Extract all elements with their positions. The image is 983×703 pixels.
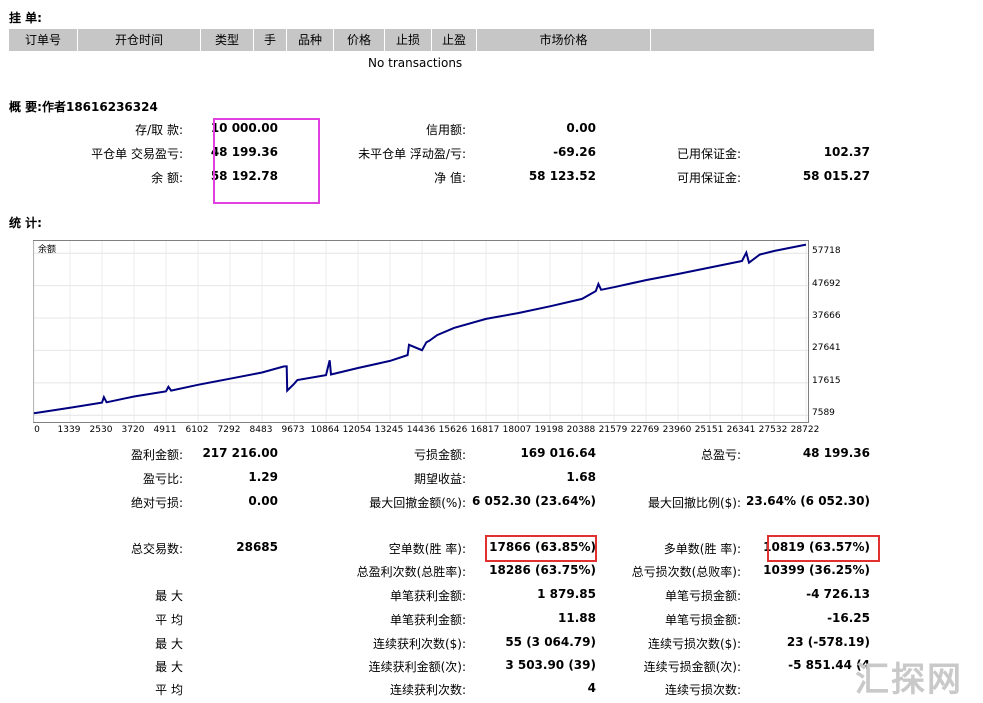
stats2-label-2-2: 单笔亏损金额:: [664, 589, 741, 603]
stats2-value-2-2: -4 726.13: [806, 587, 870, 601]
stats2-value-0-0: 28685: [236, 540, 278, 554]
stats1-label-2-1: 最大回撤金额(%):: [369, 496, 466, 510]
summary-label-1-1: 未平仓单 浮动盈/亏:: [358, 147, 466, 161]
col-symbol[interactable]: 品种: [287, 29, 334, 51]
stats1-label-0-2: 总盈亏:: [700, 448, 741, 462]
stats1-label-2-0: 绝对亏损:: [130, 496, 183, 510]
pending-header: 订单号 开仓时间 类型 手 品种 价格 止损 止盈 市场价格: [9, 29, 874, 51]
stats2-label-4-1: 连续获利次数($):: [372, 637, 466, 651]
y-tick-label: 27641: [812, 343, 841, 354]
stats2-value-2-1: 1 879.85: [537, 587, 596, 601]
col-take-profit[interactable]: 止盈: [432, 29, 477, 51]
stats1-value-2-2: 23.64% (6 052.30): [746, 494, 870, 508]
stats2-label-3-0: 平 均: [155, 613, 183, 627]
summary-label-0-1: 信用额:: [425, 123, 466, 137]
stats2-label-1-1: 总盈利次数(总胜率):: [356, 565, 466, 579]
summary-label-0-0: 存/取 款:: [135, 123, 183, 137]
stats1-value-2-1: 6 052.30 (23.64%): [472, 494, 596, 508]
col-stop-loss[interactable]: 止损: [385, 29, 432, 51]
stats2-label-6-1: 连续获利次数:: [389, 683, 466, 697]
stats1-value-0-0: 217 216.00: [202, 446, 278, 460]
stats-title: 统 计:: [9, 216, 42, 230]
stats2-label-5-1: 连续获利金额(次):: [368, 660, 466, 674]
stats1-label-1-1: 期望收益:: [413, 472, 466, 486]
y-tick-label: 7589: [812, 408, 835, 419]
stats2-label-0-0: 总交易数:: [130, 542, 183, 556]
stats2-label-3-1: 单笔获利金额:: [389, 613, 466, 627]
highlight-box-deposit: [213, 118, 320, 204]
stats2-label-4-0: 最 大: [155, 637, 183, 651]
col-order-id[interactable]: 订单号: [9, 29, 78, 51]
col-blank: [651, 29, 874, 51]
y-tick-label: 37666: [812, 311, 841, 322]
summary-value-0-1: 0.00: [566, 121, 596, 135]
stats2-label-4-2: 连续亏损次数($):: [647, 637, 741, 651]
summary-label-2-0: 余 额:: [151, 171, 183, 185]
series-line-0: [33, 243, 807, 415]
col-market-price[interactable]: 市场价格: [477, 29, 651, 51]
highlight-box-long: [767, 535, 880, 562]
stats1-label-1-0: 盈亏比:: [142, 472, 183, 486]
col-lots[interactable]: 手: [254, 29, 287, 51]
summary-label-2-2: 可用保证金:: [676, 171, 741, 185]
x-tick-label: 28722: [790, 425, 820, 435]
summary-value-1-2: 102.37: [823, 145, 870, 159]
y-tick-label: 17615: [812, 375, 841, 386]
stats1-value-0-1: 169 016.64: [520, 446, 596, 460]
stats2-value-1-2: 10399 (36.25%): [763, 563, 870, 577]
stats2-label-1-2: 总亏损次数(总败率):: [631, 565, 741, 579]
stats2-value-3-2: -16.25: [827, 611, 870, 625]
stats2-label-2-0: 最 大: [155, 589, 183, 603]
stats2-value-4-2: 23 (-578.19): [786, 635, 870, 649]
y-tick-label: 47692: [812, 278, 841, 289]
col-price[interactable]: 价格: [334, 29, 385, 51]
stats2-value-1-1: 18286 (63.75%): [489, 563, 596, 577]
stats2-label-5-0: 最 大: [155, 660, 183, 674]
summary-value-1-1: -69.26: [553, 145, 596, 159]
summary-label-1-0: 平仓单 交易盈亏:: [91, 147, 183, 161]
stats2-value-4-1: 55 (3 064.79): [505, 635, 596, 649]
stats2-label-6-2: 连续亏损次数:: [664, 683, 741, 697]
chart-title: 余额: [38, 245, 57, 255]
stats1-label-0-0: 盈利金额:: [130, 448, 183, 462]
summary-label-2-1: 净 值:: [434, 171, 466, 185]
stats2-label-6-0: 平 均: [155, 683, 183, 697]
stats2-label-0-2: 多单数(胜 率):: [663, 542, 741, 556]
stats1-value-1-0: 1.29: [248, 470, 278, 484]
pending-empty-text: No transactions: [368, 56, 463, 70]
summary-title: 概 要:作者18616236324: [9, 100, 158, 114]
pending-title: 挂 单:: [9, 11, 42, 25]
stats1-label-2-2: 最大回撤比例($):: [647, 496, 741, 510]
stats2-label-3-2: 单笔亏损金额:: [664, 613, 741, 627]
summary-label-1-2: 已用保证金:: [676, 147, 741, 161]
stats2-value-3-1: 11.88: [558, 611, 596, 625]
y-tick-label: 57718: [812, 246, 841, 257]
stats2-label-2-1: 单笔获利金额:: [389, 589, 466, 603]
stats1-value-2-0: 0.00: [248, 494, 278, 508]
balance-chart-svg: [33, 241, 808, 422]
col-open-time[interactable]: 开仓时间: [78, 29, 201, 51]
highlight-box-short: [485, 535, 597, 562]
stats2-label-0-1: 空单数(胜 率):: [388, 542, 466, 556]
stats2-value-5-1: 3 503.90 (39): [505, 658, 596, 672]
balance-chart: [33, 240, 809, 423]
watermark-logo: 汇探网: [855, 660, 963, 700]
stats2-value-6-1: 4: [587, 681, 596, 695]
summary-value-2-2: 58 015.27: [802, 169, 870, 183]
summary-value-2-1: 58 123.52: [528, 169, 596, 183]
stats1-value-0-2: 48 199.36: [802, 446, 870, 460]
stats2-label-5-2: 连续亏损金额(次):: [643, 660, 741, 674]
stats1-label-0-1: 亏损金额:: [413, 448, 466, 462]
stats1-value-1-1: 1.68: [566, 470, 596, 484]
col-type[interactable]: 类型: [201, 29, 254, 51]
